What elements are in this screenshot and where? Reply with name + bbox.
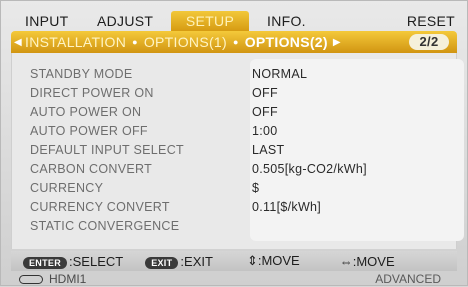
row-value: LAST: [252, 143, 285, 157]
left-arrow-icon[interactable]: ◀: [11, 37, 25, 48]
menu-row-currency[interactable]: CURRENCY $: [12, 181, 456, 198]
row-value: OFF: [252, 105, 278, 119]
menu-row-standby-mode[interactable]: STANDBY MODE NORMAL: [12, 67, 456, 84]
row-label: CURRENCY: [30, 181, 104, 195]
row-value: $: [252, 181, 260, 195]
help-bar: ENTER:SELECT EXIT:EXIT ⇕:MOVE ⇔:MOVE: [11, 251, 457, 271]
projector-menu: INPUT ADJUST SETUP INFO. RESET ◀ INSTALL…: [0, 0, 468, 286]
menu-row-auto-power-on[interactable]: AUTO POWER ON OFF: [12, 105, 456, 122]
enter-key-icon: ENTER: [23, 256, 68, 269]
row-label: STATIC CONVERGENCE: [30, 219, 180, 233]
menu-row-auto-power-off[interactable]: AUTO POWER OFF 1:00: [12, 124, 456, 141]
bullet-icon: ●: [232, 37, 239, 47]
help-exit-text: :EXIT: [180, 253, 213, 269]
row-value: 1:00: [252, 124, 278, 138]
menu-row-static-convergence[interactable]: STATIC CONVERGENCE: [12, 219, 456, 236]
options-panel: STANDBY MODE NORMAL DIRECT POWER ON OFF …: [11, 53, 464, 249]
menu-mode: ADVANCED: [375, 272, 441, 286]
sub-tab-bar: ◀ INSTALLATION ● OPTIONS(1) ● OPTIONS(2)…: [11, 31, 457, 53]
help-move-leftright: ⇔:MOVE: [339, 253, 395, 269]
help-select: ENTER:SELECT: [23, 254, 123, 269]
subtab-installation[interactable]: INSTALLATION: [25, 34, 126, 50]
page-indicator: 2/2: [409, 34, 449, 50]
menu-row-default-input-select[interactable]: DEFAULT INPUT SELECT LAST: [12, 143, 456, 160]
row-value: 0.505[kg-CO2/kWh]: [252, 162, 367, 176]
right-arrow-icon[interactable]: ▶: [330, 37, 344, 48]
row-value: NORMAL: [252, 67, 308, 81]
menu-row-carbon-convert[interactable]: CARBON CONVERT 0.505[kg-CO2/kWh]: [12, 162, 456, 179]
row-value: OFF: [252, 86, 278, 100]
help-select-text: :SELECT: [69, 253, 124, 269]
row-label: CARBON CONVERT: [30, 162, 153, 176]
tab-setup[interactable]: SETUP: [171, 11, 249, 31]
row-value: 0.11[$/kWh]: [252, 200, 322, 214]
menu-row-direct-power-on[interactable]: DIRECT POWER ON OFF: [12, 86, 456, 103]
status-bar: HDMI1 ADVANCED: [11, 271, 457, 287]
exit-key-icon: EXIT: [145, 256, 179, 269]
tab-reset[interactable]: RESET: [401, 11, 459, 31]
row-label: DIRECT POWER ON: [30, 86, 154, 100]
help-move-updown: ⇕:MOVE: [246, 253, 300, 268]
tab-input[interactable]: INPUT: [19, 11, 93, 31]
subtab-options1[interactable]: OPTIONS(1): [144, 34, 227, 50]
bullet-icon: ●: [132, 37, 138, 47]
help-exit: EXIT:EXIT: [145, 254, 213, 269]
row-label: AUTO POWER ON: [30, 105, 142, 119]
tab-adjust[interactable]: ADJUST: [93, 11, 171, 31]
subtab-options2[interactable]: OPTIONS(2): [245, 34, 328, 50]
input-source: HDMI1: [49, 272, 87, 286]
hdmi-source-icon: [19, 274, 43, 284]
tab-info[interactable]: INFO.: [249, 11, 319, 31]
row-label: CURRENCY CONVERT: [30, 200, 170, 214]
row-label: DEFAULT INPUT SELECT: [30, 143, 184, 157]
row-label: STANDBY MODE: [30, 67, 133, 81]
menu-row-currency-convert[interactable]: CURRENCY CONVERT 0.11[$/kWh]: [12, 200, 456, 217]
main-tab-bar: INPUT ADJUST SETUP INFO. RESET: [19, 11, 459, 31]
row-label: AUTO POWER OFF: [30, 124, 148, 138]
